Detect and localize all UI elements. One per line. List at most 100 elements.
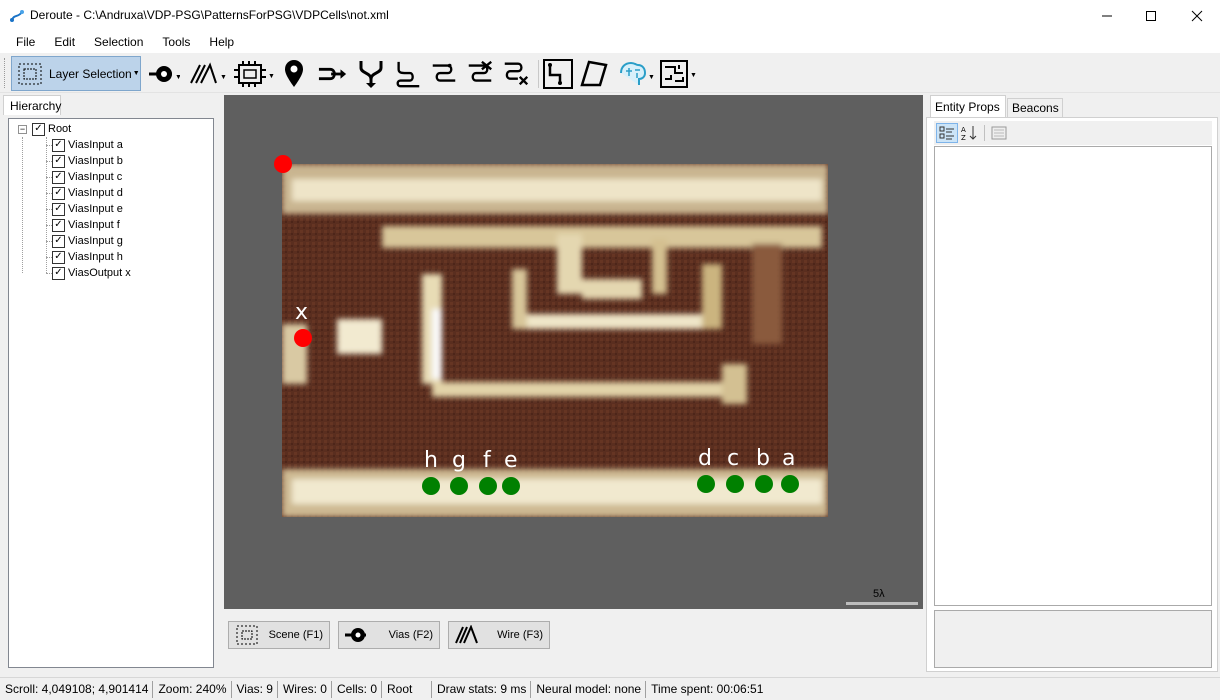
svg-text:▼: ▼: [220, 74, 227, 81]
menu-selection[interactable]: Selection: [84, 31, 152, 53]
checkbox-icon[interactable]: ✓: [32, 122, 45, 136]
property-pages-button[interactable]: [988, 123, 1010, 143]
categorized-button[interactable]: [936, 123, 958, 143]
tree-item[interactable]: ✓ ViasInput a: [52, 137, 123, 153]
input-wire-icon: [318, 67, 347, 81]
route-cross-button[interactable]: [465, 58, 495, 90]
tree-connector: [22, 137, 23, 273]
wire-mode-label: Wire (F3): [497, 629, 543, 641]
beacon-tool-button[interactable]: [279, 58, 309, 90]
vias-tool-button[interactable]: ▼: [144, 58, 184, 90]
layer-select-icon: [17, 62, 43, 86]
menu-edit[interactable]: Edit: [44, 31, 84, 53]
svg-text:▼: ▼: [175, 74, 180, 81]
tool-path-button[interactable]: [543, 58, 573, 90]
checkbox-icon[interactable]: ✓: [52, 154, 65, 168]
tree-item[interactable]: ✓ ViasInput f: [52, 217, 120, 233]
checkbox-icon[interactable]: ✓: [52, 170, 65, 184]
scene-mode-button[interactable]: Scene (F1): [228, 621, 330, 649]
neural-icon: ▼: [620, 61, 655, 85]
via-output-x[interactable]: [294, 329, 312, 347]
neural-button[interactable]: ▼: [614, 58, 656, 90]
tree-item[interactable]: ✓ ViasInput c: [52, 169, 122, 185]
alphabetical-button[interactable]: AZ: [959, 123, 981, 143]
route-alt-button[interactable]: [429, 58, 459, 90]
layer-selection-label: Layer Selection: [49, 66, 132, 81]
menu-file[interactable]: File: [6, 31, 44, 53]
tree-item[interactable]: ✓ ViasOutput x: [52, 265, 131, 281]
tree-item-label: ViasInput h: [68, 251, 123, 263]
layer-selection-dropdown[interactable]: Layer Selection ▼: [11, 56, 141, 91]
svg-text:▼: ▼: [268, 73, 275, 80]
route-button[interactable]: [393, 58, 423, 90]
wire-tool-button[interactable]: ▼: [187, 58, 229, 90]
checkbox-icon[interactable]: ✓: [52, 266, 65, 280]
minimize-button[interactable]: [1084, 0, 1130, 31]
vias-icon: [342, 624, 372, 646]
via-input-a[interactable]: [781, 475, 799, 493]
via-input-f[interactable]: [479, 477, 497, 495]
collapse-icon[interactable]: −: [18, 125, 27, 134]
via-input-g[interactable]: [450, 477, 468, 495]
via-input-e[interactable]: [502, 477, 520, 495]
property-description: [934, 610, 1212, 668]
checkbox-icon[interactable]: ✓: [52, 218, 65, 232]
checkbox-icon[interactable]: ✓: [52, 202, 65, 216]
route-alt-icon: [432, 63, 456, 82]
via-input-h[interactable]: [422, 477, 440, 495]
tree-item-label: ViasInput b: [68, 155, 123, 167]
via-input-d[interactable]: [697, 475, 715, 493]
pin-label-e: e: [504, 448, 518, 473]
tab-beacons[interactable]: Beacons: [1007, 98, 1063, 117]
origin-marker[interactable]: [274, 155, 292, 173]
checkbox-icon[interactable]: ✓: [52, 250, 65, 264]
status-neural: Neural model: none: [531, 680, 647, 698]
route-delete-button[interactable]: [501, 58, 531, 90]
toolbar-grip[interactable]: [4, 58, 7, 88]
svg-text:▼: ▼: [690, 72, 697, 79]
tool-polygon-button[interactable]: [579, 58, 609, 90]
cell-tool-button[interactable]: ▼: [232, 58, 276, 90]
tree-item[interactable]: ✓ ViasInput b: [52, 153, 123, 169]
tree-root[interactable]: ✓ Root: [32, 121, 71, 137]
wire-icon: ▼: [190, 62, 227, 84]
status-wires: Wires: 0: [278, 680, 332, 698]
checkbox-icon[interactable]: ✓: [52, 186, 65, 200]
app-icon: [9, 8, 25, 24]
checkbox-icon[interactable]: ✓: [52, 138, 65, 152]
pin-label-d: d: [698, 446, 712, 471]
close-button[interactable]: [1174, 0, 1220, 31]
tab-entity-props[interactable]: Entity Props: [930, 95, 1006, 117]
tree-item[interactable]: ✓ ViasInput d: [52, 185, 123, 201]
pin-label-b: b: [756, 446, 770, 471]
vias-mode-button[interactable]: Vias (F2): [338, 621, 440, 649]
hierarchy-tree: − ✓ Root ✓ ViasInput a ✓ ViasInput b ✓ ViasI…: [8, 118, 214, 668]
tree-item-label: ViasInput d: [68, 187, 123, 199]
schematic-icon: ▼: [660, 60, 697, 88]
via-input-c[interactable]: [726, 475, 744, 493]
tree-item[interactable]: ✓ ViasInput g: [52, 233, 123, 249]
input-wire-button[interactable]: [318, 58, 348, 90]
tree-item[interactable]: ✓ ViasInput e: [52, 201, 123, 217]
layout-canvas[interactable]: x h g f e d c b a 5λ: [224, 95, 923, 609]
route-cross-icon: [468, 60, 492, 82]
sort-az-icon: AZ: [961, 126, 977, 141]
toolbar-separator: [984, 125, 985, 141]
menu-help[interactable]: Help: [199, 31, 243, 53]
fork-button[interactable]: [356, 58, 386, 90]
tool-polygon-icon: [580, 60, 608, 87]
tab-hierarchy[interactable]: Hierarchy: [3, 95, 61, 115]
menu-tools[interactable]: Tools: [152, 31, 199, 53]
schematic-button[interactable]: ▼: [658, 58, 700, 90]
tree-item-label: ViasInput g: [68, 235, 123, 247]
wire-mode-button[interactable]: Wire (F3): [448, 621, 550, 649]
menu-bar: File Edit Selection Tools Help: [0, 31, 1220, 53]
property-pages-icon: [991, 126, 1007, 140]
pin-label-f: f: [483, 448, 491, 473]
tree-item[interactable]: ✓ ViasInput h: [52, 249, 123, 265]
property-grid[interactable]: [934, 146, 1212, 606]
via-input-b[interactable]: [755, 475, 773, 493]
checkbox-icon[interactable]: ✓: [52, 234, 65, 248]
vias-mode-label: Vias (F2): [388, 629, 433, 641]
maximize-button[interactable]: [1128, 0, 1174, 31]
